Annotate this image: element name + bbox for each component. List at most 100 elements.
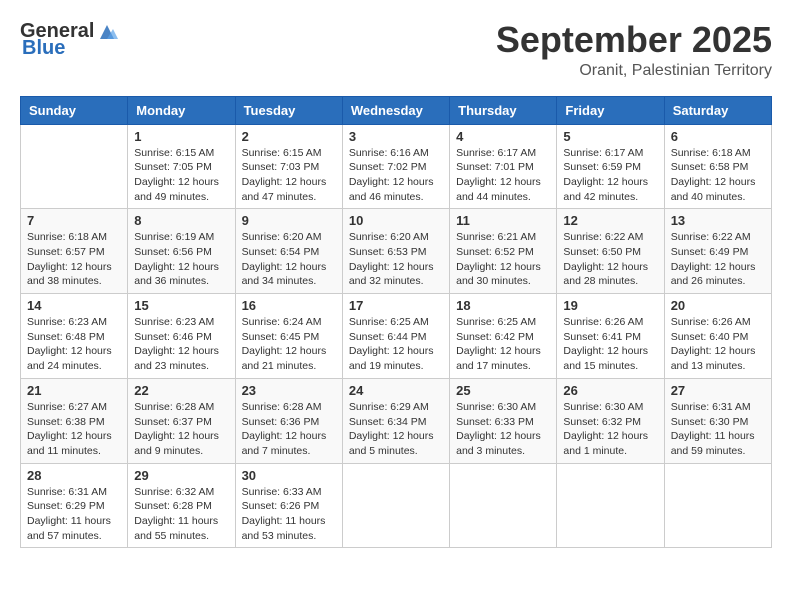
day-info: Sunrise: 6:24 AM Sunset: 6:45 PM Dayligh… [242,315,336,374]
day-number: 3 [349,129,443,144]
calendar-cell: 7 Sunrise: 6:18 AM Sunset: 6:57 PM Daylig… [21,209,128,294]
day-number: 26 [563,383,657,398]
day-info: Sunrise: 6:28 AM Sunset: 6:37 PM Dayligh… [134,400,228,459]
calendar-cell: 27 Sunrise: 6:31 AM Sunset: 6:30 PM Dayli… [664,378,771,463]
calendar-cell [342,463,449,548]
calendar-week-1: 1 Sunrise: 6:15 AM Sunset: 7:05 PM Daylig… [21,124,772,209]
weekday-header-friday: Friday [557,96,664,124]
logo-blue: Blue [22,37,65,60]
weekday-header-row: SundayMondayTuesdayWednesdayThursdayFrid… [21,96,772,124]
day-number: 9 [242,213,336,228]
logo: General Blue [20,20,118,60]
day-info: Sunrise: 6:26 AM Sunset: 6:40 PM Dayligh… [671,315,765,374]
day-info: Sunrise: 6:18 AM Sunset: 6:58 PM Dayligh… [671,146,765,205]
weekday-header-wednesday: Wednesday [342,96,449,124]
day-number: 8 [134,213,228,228]
weekday-header-sunday: Sunday [21,96,128,124]
day-number: 30 [242,468,336,483]
day-number: 5 [563,129,657,144]
day-number: 28 [27,468,121,483]
day-number: 1 [134,129,228,144]
day-number: 10 [349,213,443,228]
day-number: 17 [349,298,443,313]
calendar-cell: 17 Sunrise: 6:25 AM Sunset: 6:44 PM Dayli… [342,294,449,379]
day-info: Sunrise: 6:20 AM Sunset: 6:54 PM Dayligh… [242,230,336,289]
day-number: 12 [563,213,657,228]
day-info: Sunrise: 6:32 AM Sunset: 6:28 PM Dayligh… [134,485,228,544]
day-info: Sunrise: 6:20 AM Sunset: 6:53 PM Dayligh… [349,230,443,289]
day-info: Sunrise: 6:31 AM Sunset: 6:30 PM Dayligh… [671,400,765,459]
day-number: 22 [134,383,228,398]
day-number: 25 [456,383,550,398]
page-header: General Blue September 2025 Oranit, Pale… [20,20,772,80]
calendar-cell: 6 Sunrise: 6:18 AM Sunset: 6:58 PM Daylig… [664,124,771,209]
calendar-cell: 18 Sunrise: 6:25 AM Sunset: 6:42 PM Dayli… [450,294,557,379]
calendar-week-4: 21Sunrise: 6:27 AM Sunset: 6:38 PM Dayli… [21,378,772,463]
calendar-cell: 24Sunrise: 6:29 AM Sunset: 6:34 PM Dayli… [342,378,449,463]
day-info: Sunrise: 6:23 AM Sunset: 6:46 PM Dayligh… [134,315,228,374]
day-info: Sunrise: 6:17 AM Sunset: 6:59 PM Dayligh… [563,146,657,205]
day-info: Sunrise: 6:22 AM Sunset: 6:50 PM Dayligh… [563,230,657,289]
calendar-cell: 9 Sunrise: 6:20 AM Sunset: 6:54 PM Daylig… [235,209,342,294]
calendar-cell: 30 Sunrise: 6:33 AM Sunset: 6:26 PM Dayli… [235,463,342,548]
calendar-week-3: 14 Sunrise: 6:23 AM Sunset: 6:48 PM Dayli… [21,294,772,379]
day-info: Sunrise: 6:25 AM Sunset: 6:42 PM Dayligh… [456,315,550,374]
logo-icon [96,21,118,43]
calendar-cell: 21Sunrise: 6:27 AM Sunset: 6:38 PM Dayli… [21,378,128,463]
day-number: 13 [671,213,765,228]
day-info: Sunrise: 6:30 AM Sunset: 6:33 PM Dayligh… [456,400,550,459]
day-info: Sunrise: 6:22 AM Sunset: 6:49 PM Dayligh… [671,230,765,289]
calendar-cell: 13 Sunrise: 6:22 AM Sunset: 6:49 PM Dayli… [664,209,771,294]
day-info: Sunrise: 6:33 AM Sunset: 6:26 PM Dayligh… [242,485,336,544]
month-title: September 2025 [496,20,772,60]
weekday-header-thursday: Thursday [450,96,557,124]
day-info: Sunrise: 6:28 AM Sunset: 6:36 PM Dayligh… [242,400,336,459]
day-info: Sunrise: 6:23 AM Sunset: 6:48 PM Dayligh… [27,315,121,374]
calendar-cell: 28 Sunrise: 6:31 AM Sunset: 6:29 PM Dayli… [21,463,128,548]
day-number: 18 [456,298,550,313]
day-info: Sunrise: 6:26 AM Sunset: 6:41 PM Dayligh… [563,315,657,374]
day-info: Sunrise: 6:15 AM Sunset: 7:05 PM Dayligh… [134,146,228,205]
day-number: 7 [27,213,121,228]
calendar-cell: 8Sunrise: 6:19 AM Sunset: 6:56 PM Daylig… [128,209,235,294]
day-number: 2 [242,129,336,144]
day-info: Sunrise: 6:17 AM Sunset: 7:01 PM Dayligh… [456,146,550,205]
day-number: 27 [671,383,765,398]
day-number: 23 [242,383,336,398]
calendar-cell: 4Sunrise: 6:17 AM Sunset: 7:01 PM Daylig… [450,124,557,209]
day-info: Sunrise: 6:27 AM Sunset: 6:38 PM Dayligh… [27,400,121,459]
weekday-header-monday: Monday [128,96,235,124]
calendar-cell: 22 Sunrise: 6:28 AM Sunset: 6:37 PM Dayli… [128,378,235,463]
calendar-cell: 29 Sunrise: 6:32 AM Sunset: 6:28 PM Dayli… [128,463,235,548]
calendar-cell: 16Sunrise: 6:24 AM Sunset: 6:45 PM Dayli… [235,294,342,379]
weekday-header-saturday: Saturday [664,96,771,124]
day-info: Sunrise: 6:30 AM Sunset: 6:32 PM Dayligh… [563,400,657,459]
calendar-cell: 26 Sunrise: 6:30 AM Sunset: 6:32 PM Dayli… [557,378,664,463]
day-info: Sunrise: 6:15 AM Sunset: 7:03 PM Dayligh… [242,146,336,205]
day-number: 20 [671,298,765,313]
day-number: 14 [27,298,121,313]
day-info: Sunrise: 6:21 AM Sunset: 6:52 PM Dayligh… [456,230,550,289]
day-info: Sunrise: 6:16 AM Sunset: 7:02 PM Dayligh… [349,146,443,205]
title-block: September 2025 Oranit, Palestinian Terri… [496,20,772,80]
calendar-cell: 19 Sunrise: 6:26 AM Sunset: 6:41 PM Dayli… [557,294,664,379]
calendar-cell: 11 Sunrise: 6:21 AM Sunset: 6:52 PM Dayli… [450,209,557,294]
location-title: Oranit, Palestinian Territory [496,62,772,80]
day-number: 19 [563,298,657,313]
calendar-cell: 20 Sunrise: 6:26 AM Sunset: 6:40 PM Dayli… [664,294,771,379]
calendar-cell [557,463,664,548]
day-info: Sunrise: 6:31 AM Sunset: 6:29 PM Dayligh… [27,485,121,544]
calendar-cell: 25 Sunrise: 6:30 AM Sunset: 6:33 PM Dayli… [450,378,557,463]
day-number: 29 [134,468,228,483]
calendar-cell: 1 Sunrise: 6:15 AM Sunset: 7:05 PM Daylig… [128,124,235,209]
day-info: Sunrise: 6:18 AM Sunset: 6:57 PM Dayligh… [27,230,121,289]
calendar-cell: 2 Sunrise: 6:15 AM Sunset: 7:03 PM Daylig… [235,124,342,209]
calendar-cell: 14 Sunrise: 6:23 AM Sunset: 6:48 PM Dayli… [21,294,128,379]
calendar-cell [21,124,128,209]
day-number: 6 [671,129,765,144]
calendar-week-2: 7 Sunrise: 6:18 AM Sunset: 6:57 PM Daylig… [21,209,772,294]
day-number: 15 [134,298,228,313]
calendar-cell [450,463,557,548]
day-info: Sunrise: 6:25 AM Sunset: 6:44 PM Dayligh… [349,315,443,374]
day-number: 11 [456,213,550,228]
